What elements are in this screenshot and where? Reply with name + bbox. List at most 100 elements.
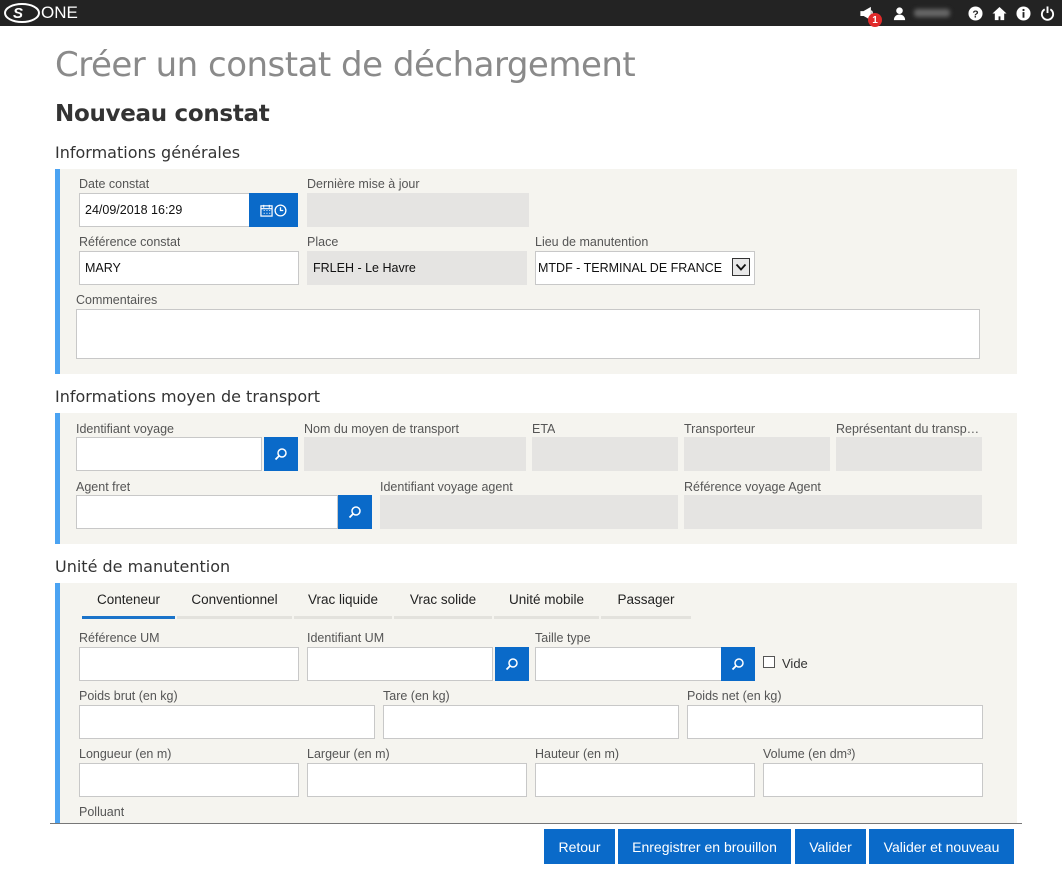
svg-text:?: ? <box>972 9 978 20</box>
volume-input[interactable] <box>763 763 983 797</box>
gross-weight-input[interactable] <box>79 705 375 739</box>
notification-badge: 1 <box>868 13 882 27</box>
comments-textarea[interactable] <box>76 309 980 359</box>
empty-label: Vide <box>782 656 808 671</box>
search-icon <box>348 506 361 519</box>
section-title-general: Informations générales <box>55 143 241 162</box>
save-draft-button[interactable]: Enregistrer en brouillon <box>618 829 791 864</box>
panel-general: Date constat 24/09/2018 16:29 Dernière m… <box>55 169 1017 374</box>
place-label: Place <box>307 235 339 249</box>
freight-agent-search-button[interactable] <box>338 495 372 529</box>
means-name-label: Nom du moyen de transport <box>304 422 459 436</box>
net-weight-label: Poids net (en kg) <box>687 689 782 703</box>
top-bar: S ONE 1 ? <box>0 0 1062 27</box>
user-menu[interactable] <box>890 4 908 22</box>
carrier-rep-field <box>836 437 982 471</box>
tab-conventionnel[interactable]: Conventionnel <box>177 583 292 619</box>
app-logo[interactable]: S ONE <box>4 2 78 24</box>
handling-place-label: Lieu de manutention <box>535 235 649 249</box>
section-title-transport: Informations moyen de transport <box>55 387 320 406</box>
gross-weight-label: Poids brut (en kg) <box>79 689 178 703</box>
logo-s-icon: S <box>4 3 40 23</box>
width-input[interactable] <box>307 763 527 797</box>
agent-voyage-ref-label: Référence voyage Agent <box>684 480 821 494</box>
ref-um-input[interactable] <box>79 647 299 681</box>
tab-passager[interactable]: Passager <box>601 583 691 619</box>
size-type-label: Taille type <box>535 631 591 645</box>
pollutant-label: Polluant <box>79 805 125 819</box>
select-caret[interactable] <box>732 258 750 276</box>
validate-new-button[interactable]: Valider et nouveau <box>869 829 1014 864</box>
announcements-button[interactable]: 1 <box>858 4 882 27</box>
width-label: Largeur (en m) <box>307 747 390 761</box>
comments-label: Commentaires <box>76 293 158 307</box>
carrier-field <box>684 437 830 471</box>
id-um-label: Identifiant UM <box>307 631 385 645</box>
voyage-id-label: Identifiant voyage <box>76 422 174 436</box>
id-um-search-button[interactable] <box>495 647 529 681</box>
handling-place-select[interactable]: MTDF - TERMINAL DE FRANCE <box>535 251 755 285</box>
net-weight-input[interactable] <box>687 705 983 739</box>
panel-transport: Identifiant voyage Nom du moyen de trans… <box>55 413 1017 544</box>
date-label: Date constat <box>79 177 150 191</box>
search-icon <box>731 658 744 671</box>
validate-button[interactable]: Valider <box>795 829 866 864</box>
info-icon <box>1015 5 1031 21</box>
ref-um-label: Référence UM <box>79 631 160 645</box>
home-button[interactable] <box>990 4 1008 22</box>
id-um-input[interactable] <box>307 647 493 681</box>
empty-checkbox[interactable] <box>763 656 775 668</box>
volume-label: Volume (en dm³) <box>763 747 856 761</box>
handling-place-value: MTDF - TERMINAL DE FRANCE <box>538 261 723 275</box>
tab-unite-mobile[interactable]: Unité mobile <box>494 583 599 619</box>
carrier-rep-label: Représentant du transp… <box>836 422 980 436</box>
freight-agent-label: Agent fret <box>76 480 131 494</box>
panel-unit: Conteneur Conventionnel Vrac liquide Vra… <box>55 583 1017 823</box>
tab-vrac-solide[interactable]: Vrac solide <box>394 583 492 619</box>
agent-voyage-id-field <box>380 495 678 529</box>
last-update-field <box>307 193 529 227</box>
length-label: Longueur (en m) <box>79 747 172 761</box>
logout-button[interactable] <box>1038 4 1056 22</box>
page-title: Créer un constat de déchargement <box>55 45 636 85</box>
chevron-down-icon <box>735 263 747 271</box>
date-picker-button[interactable] <box>249 193 298 227</box>
user-icon <box>893 6 905 20</box>
search-icon <box>505 658 518 671</box>
tare-input[interactable] <box>383 705 679 739</box>
calendar-icon <box>260 204 273 217</box>
help-icon: ? <box>967 5 983 20</box>
eta-field <box>532 437 678 471</box>
reference-input[interactable]: MARY <box>79 251 299 285</box>
freight-agent-input[interactable] <box>76 495 338 529</box>
logo-text: ONE <box>41 3 78 22</box>
length-input[interactable] <box>79 763 299 797</box>
eta-label: ETA <box>532 422 556 436</box>
home-icon <box>991 6 1007 20</box>
tab-vrac-liquide[interactable]: Vrac liquide <box>294 583 392 619</box>
tare-label: Tare (en kg) <box>383 689 450 703</box>
clock-icon <box>274 203 287 217</box>
size-type-input[interactable] <box>535 647 722 681</box>
back-button[interactable]: Retour <box>544 829 615 864</box>
last-update-label: Dernière mise à jour <box>307 177 420 191</box>
page-subtitle: Nouveau constat <box>55 101 270 127</box>
unit-tabs: Conteneur Conventionnel Vrac liquide Vra… <box>82 583 693 619</box>
section-title-unit: Unité de manutention <box>55 557 231 576</box>
svg-text:S: S <box>13 5 23 22</box>
agent-voyage-id-label: Identifiant voyage agent <box>380 480 513 494</box>
height-label: Hauteur (en m) <box>535 747 620 761</box>
means-name-field <box>304 437 526 471</box>
voyage-search-button[interactable] <box>264 437 298 471</box>
size-type-search-button[interactable] <box>721 647 755 681</box>
tab-conteneur[interactable]: Conteneur <box>82 583 175 619</box>
info-button[interactable] <box>1014 4 1032 22</box>
date-input[interactable]: 24/09/2018 16:29 <box>79 193 250 227</box>
place-field: FRLEH - Le Havre <box>307 251 527 285</box>
voyage-id-input[interactable] <box>76 437 262 471</box>
help-button[interactable]: ? <box>966 4 984 22</box>
agent-voyage-ref-field <box>684 495 982 529</box>
carrier-label: Transporteur <box>684 422 756 436</box>
username-blurred <box>914 9 950 17</box>
height-input[interactable] <box>535 763 755 797</box>
